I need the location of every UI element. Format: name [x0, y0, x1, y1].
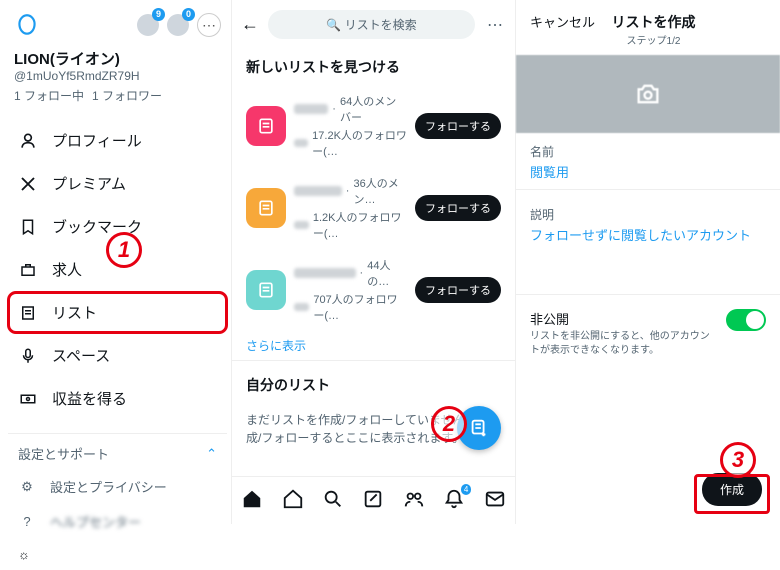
nav-label: スペース: [52, 345, 110, 366]
field-value: 閲覧用: [530, 162, 766, 181]
bottom-notifications[interactable]: 4: [443, 488, 465, 513]
bottom-nav: 4: [232, 476, 515, 524]
bottom-search[interactable]: [322, 488, 344, 513]
nav-premium[interactable]: プレミアム: [8, 163, 227, 204]
sub-label: 設定とプライバシー: [50, 477, 167, 496]
account-avatar-1[interactable]: 9: [137, 14, 159, 36]
followers-count: 1 フォロワー: [92, 87, 162, 104]
follow-button[interactable]: フォローする: [415, 113, 501, 139]
create-list-fab[interactable]: [457, 406, 501, 450]
modal-step: ステップ1/2: [595, 32, 712, 47]
field-label: 名前: [530, 143, 766, 160]
middle-column: ← 🔍 リストを検索 ⋯ 新しいリストを見つける · 64人のメンバー 17.2…: [232, 0, 516, 524]
profile-handle: @1mUoYf5RmdZR79H: [14, 69, 221, 83]
nav-label: リスト: [52, 302, 97, 323]
more-accounts-button[interactable]: ⋯: [197, 13, 221, 37]
profile-block[interactable]: LION(ライオン) @1mUoYf5RmdZR79H 1 フォロー中 1 フォ…: [8, 48, 227, 114]
profile-name: LION(ライオン): [14, 48, 221, 69]
sub-label: ヘルプセンター: [50, 512, 141, 531]
list-members: 64人のメンバー: [340, 93, 407, 125]
bookmark-icon: [18, 217, 38, 237]
bottom-communities[interactable]: [403, 488, 425, 513]
list-members: 36人のメン…: [353, 175, 407, 207]
right-column: キャンセル リストを作成 ステップ1/2 名前 閲覧用 説明 フォローせずに閲覧…: [516, 0, 780, 524]
own-lists-heading: 自分のリスト: [246, 367, 501, 403]
left-sidebar: 9 0 ⋯ LION(ライオン) @1mUoYf5RmdZR79H 1 フォロー…: [0, 0, 232, 524]
nav-spaces[interactable]: スペース: [8, 335, 227, 376]
settings-support-toggle[interactable]: 設定とサポート ⌃: [8, 433, 227, 469]
list-followers: 1.2K人のフォロワー(…: [313, 209, 407, 241]
briefcase-icon: [18, 260, 38, 280]
section-label: 設定とサポート: [18, 444, 109, 463]
account-avatar-2[interactable]: 0: [167, 14, 189, 36]
more-options-button[interactable]: ⋯: [483, 15, 507, 35]
list-thumb-icon: [246, 106, 286, 146]
bottom-compose[interactable]: [362, 488, 384, 513]
sidebar-nav: プロフィール プレミアム ブックマーク 求人 リスト スペース: [8, 120, 227, 419]
cancel-button[interactable]: キャンセル: [530, 12, 595, 31]
follow-button[interactable]: フォローする: [415, 195, 501, 221]
name-field[interactable]: 名前 閲覧用: [516, 133, 780, 183]
back-button[interactable]: ←: [240, 14, 260, 35]
field-label: 説明: [530, 206, 766, 223]
mic-icon: [18, 346, 38, 366]
show-more-link[interactable]: さらに表示: [232, 331, 515, 356]
list-followers: 17.2K人のフォロワー(…: [312, 127, 407, 159]
list-suggestion[interactable]: · 44人の… 707人のフォロワー(… フォローする: [232, 249, 515, 331]
nav-label: プレミアム: [52, 173, 126, 194]
field-value: フォローせずに閲覧したいアカウント: [530, 225, 766, 244]
following-count: 1 フォロー中: [14, 87, 84, 104]
modal-title: リストを作成: [595, 12, 712, 32]
help-icon: ?: [18, 513, 36, 531]
nav-bookmarks[interactable]: ブックマーク: [8, 206, 227, 247]
list-add-icon: [468, 417, 490, 439]
list-members: 44人の…: [367, 257, 407, 289]
private-toggle[interactable]: [726, 309, 766, 331]
discover-lists-heading: 新しいリストを見つける: [232, 49, 515, 85]
create-button[interactable]: 作成: [702, 473, 762, 506]
nav-label: ブックマーク: [52, 216, 142, 237]
nav-label: プロフィール: [52, 130, 142, 151]
list-thumb-icon: [246, 188, 286, 228]
nav-profile[interactable]: プロフィール: [8, 120, 227, 161]
list-thumb-icon: [246, 270, 286, 310]
sub-settings-privacy[interactable]: ⚙ 設定とプライバシー: [8, 469, 227, 504]
chevron-up-icon: ⌃: [206, 446, 217, 462]
brightness-icon[interactable]: ☼: [18, 547, 30, 562]
search-lists-input[interactable]: 🔍 リストを検索: [268, 10, 475, 39]
nav-label: 収益を得る: [52, 388, 127, 409]
bottom-messages[interactable]: [484, 488, 506, 513]
description-field[interactable]: 説明 フォローせずに閲覧したいアカウント: [516, 196, 780, 246]
money-icon: [18, 389, 38, 409]
follow-button[interactable]: フォローする: [415, 277, 501, 303]
gear-icon: ⚙: [18, 478, 36, 496]
camera-icon: [634, 80, 662, 108]
private-hint: リストを非公開にすると、他のアカウントが表示できなくなります。: [530, 330, 718, 358]
person-icon: [18, 131, 38, 151]
list-icon: [18, 303, 38, 323]
cover-image-picker[interactable]: [516, 55, 780, 133]
bottom-home-filled[interactable]: [241, 488, 263, 513]
avatar-badge: 9: [152, 8, 165, 21]
nav-lists[interactable]: リスト: [8, 292, 227, 333]
nav-label: 求人: [52, 259, 82, 280]
nav-jobs[interactable]: 求人: [8, 249, 227, 290]
notif-badge: 4: [461, 484, 471, 495]
bottom-home[interactable]: [282, 488, 304, 513]
nav-monetize[interactable]: 収益を得る: [8, 378, 227, 419]
private-label: 非公開: [530, 309, 718, 328]
list-followers: 707人のフォロワー(…: [313, 291, 407, 323]
x-icon: [18, 174, 38, 194]
search-placeholder: リストを検索: [345, 18, 417, 32]
app-logo-icon: [14, 12, 40, 38]
list-suggestion[interactable]: · 36人のメン… 1.2K人のフォロワー(… フォローする: [232, 167, 515, 249]
avatar-badge: 0: [182, 8, 195, 21]
sub-help-center[interactable]: ? ヘルプセンター: [8, 504, 227, 539]
list-suggestion[interactable]: · 64人のメンバー 17.2K人のフォロワー(… フォローする: [232, 85, 515, 167]
